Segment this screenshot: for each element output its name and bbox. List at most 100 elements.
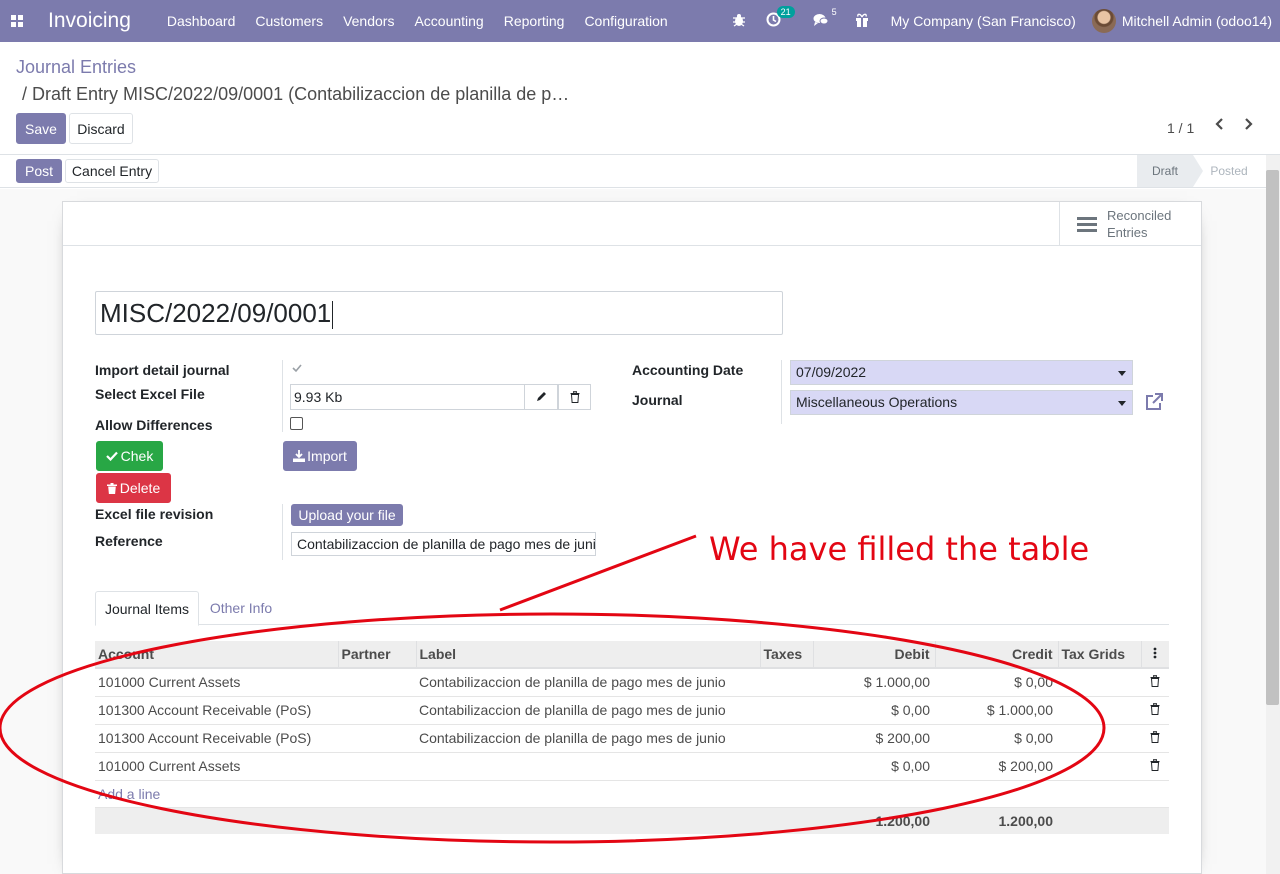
column-header-taxes[interactable]: Taxes <box>759 641 813 669</box>
table-row[interactable]: 101000 Current Assets Contabilizaccion d… <box>95 668 1169 697</box>
pager-previous-icon[interactable] <box>1213 117 1225 136</box>
cell-taxes[interactable] <box>760 724 813 753</box>
cell-taxes[interactable] <box>760 668 813 697</box>
tab-journal-items[interactable]: Journal Items <box>95 591 199 626</box>
cell-account[interactable]: 101300 Account Receivable (PoS) <box>95 696 338 725</box>
cell-debit[interactable]: $ 0,00 <box>813 696 935 725</box>
journal-label: Journal <box>632 392 683 408</box>
accounting-date-value: 07/09/2022 <box>796 364 867 380</box>
allow-differences-checkbox[interactable] <box>290 417 303 430</box>
cell-tax-grids[interactable] <box>1058 724 1141 753</box>
entry-name-input[interactable]: MISC/2022/09/0001 <box>95 291 783 335</box>
form-statusbar: Post Cancel Entry Draft Posted <box>0 155 1280 188</box>
pager-next-icon[interactable] <box>1243 117 1255 136</box>
cell-account[interactable]: 101000 Current Assets <box>95 752 338 781</box>
delete-button[interactable]: Delete <box>96 473 171 503</box>
apps-menu-icon[interactable] <box>0 0 34 42</box>
download-icon <box>293 450 306 462</box>
column-header-label[interactable]: Label <box>415 641 760 669</box>
table-row[interactable]: 101300 Account Receivable (PoS) Contabil… <box>95 696 1169 725</box>
app-brand[interactable]: Invoicing <box>48 9 131 33</box>
total-credit: 1.200,00 <box>935 807 1058 834</box>
cell-tax-grids[interactable] <box>1058 696 1141 725</box>
pencil-icon <box>537 392 546 401</box>
user-menu[interactable]: Mitchell Admin (odoo14) <box>1091 9 1272 33</box>
cell-account[interactable]: 101000 Current Assets <box>95 668 338 697</box>
cell-partner[interactable] <box>338 752 416 781</box>
delete-row-button[interactable] <box>1141 696 1169 725</box>
allow-differences-label: Allow Differences <box>95 417 213 433</box>
table-row[interactable]: 101300 Account Receivable (PoS) Contabil… <box>95 724 1169 753</box>
save-button[interactable]: Save <box>16 113 66 144</box>
pager-value[interactable]: 1 / 1 <box>1167 120 1194 136</box>
reconciled-entries-button[interactable]: Reconciled Entries <box>1059 202 1201 246</box>
select-excel-label: Select Excel File <box>95 386 205 402</box>
cell-tax-grids[interactable] <box>1058 752 1141 781</box>
external-link-icon[interactable] <box>1144 392 1164 412</box>
cell-label[interactable]: Contabilizaccion de planilla de pago mes… <box>416 668 760 697</box>
cell-credit[interactable]: $ 0,00 <box>935 724 1058 753</box>
column-header-tax-grids[interactable]: Tax Grids <box>1057 641 1141 669</box>
breadcrumb-journal-entries[interactable]: Journal Entries <box>16 57 136 78</box>
cell-partner[interactable] <box>338 696 416 725</box>
cell-credit[interactable]: $ 0,00 <box>935 668 1058 697</box>
tab-other-info[interactable]: Other Info <box>199 591 283 625</box>
excel-file-field[interactable]: 9.93 Kb <box>290 384 525 410</box>
journal-select[interactable]: Miscellaneous Operations <box>790 390 1133 415</box>
post-button[interactable]: Post <box>16 159 62 183</box>
cancel-entry-button[interactable]: Cancel Entry <box>65 159 159 183</box>
import-detail-checkbox[interactable] <box>292 363 302 373</box>
cell-credit[interactable]: $ 1.000,00 <box>935 696 1058 725</box>
delete-row-button[interactable] <box>1141 724 1169 753</box>
column-header-partner[interactable]: Partner <box>337 641 416 669</box>
company-switcher[interactable]: My Company (San Francisco) <box>891 13 1076 29</box>
cell-label[interactable]: Contabilizaccion de planilla de pago mes… <box>416 696 760 725</box>
gift-icon[interactable] <box>855 13 869 30</box>
cell-debit[interactable]: $ 1.000,00 <box>813 668 935 697</box>
scrollbar-thumb[interactable] <box>1266 170 1279 705</box>
menu-reporting[interactable]: Reporting <box>494 0 575 42</box>
entry-name-value: MISC/2022/09/0001 <box>100 298 332 328</box>
menu-configuration[interactable]: Configuration <box>574 0 677 42</box>
cell-label[interactable]: Contabilizaccion de planilla de pago mes… <box>416 724 760 753</box>
import-button[interactable]: Import <box>283 441 357 471</box>
cell-debit[interactable]: $ 200,00 <box>813 724 935 753</box>
column-header-credit[interactable]: Credit <box>934 641 1058 669</box>
cell-label[interactable] <box>416 752 760 781</box>
accounting-date-field[interactable]: 07/09/2022 <box>790 360 1133 385</box>
cell-taxes[interactable] <box>760 752 813 781</box>
field-divider-right <box>781 360 782 424</box>
clear-file-button[interactable] <box>558 384 591 410</box>
cell-credit[interactable]: $ 200,00 <box>935 752 1058 781</box>
messages-icon[interactable]: 5 <box>813 7 837 30</box>
chek-button-label: Chek <box>120 448 154 464</box>
column-header-account[interactable]: Account <box>95 641 338 669</box>
add-line-link[interactable]: Add a line <box>98 786 160 802</box>
messages-badge: 5 <box>831 6 837 17</box>
cell-taxes[interactable] <box>760 696 813 725</box>
activity-clock-icon[interactable]: 21 <box>766 6 795 30</box>
delete-row-button[interactable] <box>1141 668 1169 697</box>
discard-button[interactable]: Discard <box>69 113 133 144</box>
table-row[interactable]: 101000 Current Assets $ 0,00 $ 200,00 <box>95 752 1169 781</box>
upload-file-button[interactable]: Upload your file <box>291 504 403 526</box>
cell-debit[interactable]: $ 0,00 <box>813 752 935 781</box>
menu-customers[interactable]: Customers <box>245 0 333 42</box>
bug-icon[interactable] <box>732 13 746 30</box>
column-header-debit[interactable]: Debit <box>812 641 935 669</box>
optional-columns-toggle[interactable] <box>1140 641 1169 669</box>
menu-dashboard[interactable]: Dashboard <box>157 0 246 42</box>
cell-partner[interactable] <box>338 724 416 753</box>
cell-partner[interactable] <box>338 668 416 697</box>
chek-button[interactable]: Chek <box>96 441 163 471</box>
delete-row-button[interactable] <box>1141 752 1169 781</box>
reference-input[interactable]: Contabilizaccion de planilla de pago mes… <box>291 532 596 556</box>
reconciled-label-line1: Reconciled <box>1107 208 1172 223</box>
edit-file-button[interactable] <box>524 384 558 410</box>
activity-badge: 21 <box>776 6 795 18</box>
cell-account[interactable]: 101300 Account Receivable (PoS) <box>95 724 338 753</box>
cell-tax-grids[interactable] <box>1058 668 1141 697</box>
menu-vendors[interactable]: Vendors <box>333 0 404 42</box>
main-menu: Dashboard Customers Vendors Accounting R… <box>157 0 678 42</box>
menu-accounting[interactable]: Accounting <box>404 0 493 42</box>
